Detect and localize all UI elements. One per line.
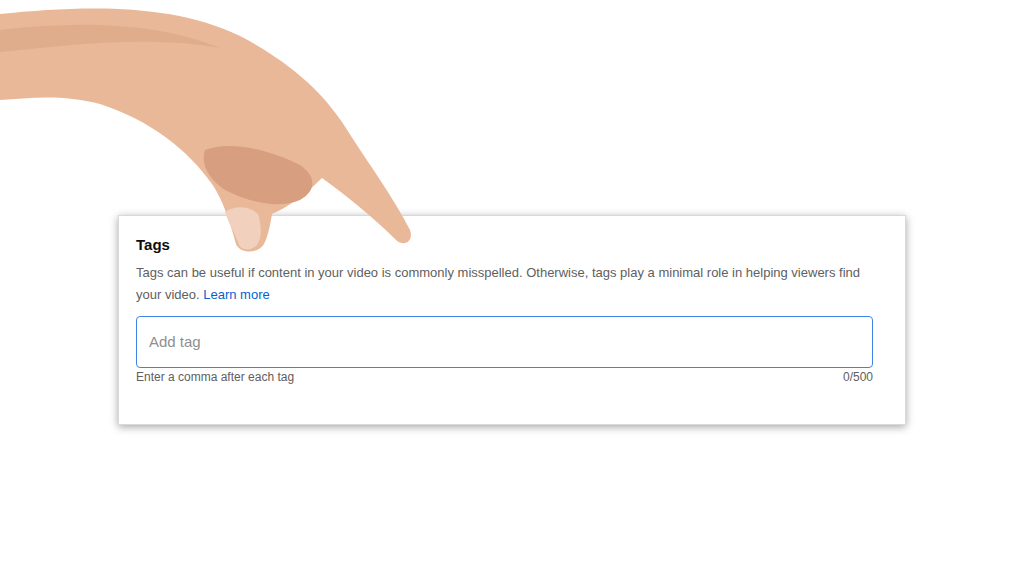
- tags-hint: Enter a comma after each tag: [136, 370, 294, 384]
- learn-more-link[interactable]: Learn more: [203, 287, 269, 302]
- tags-title: Tags: [136, 236, 873, 254]
- tag-input[interactable]: [136, 316, 873, 368]
- tags-footer: Enter a comma after each tag 0/500: [136, 370, 873, 384]
- page: Tags Tags can be useful if content in you…: [0, 0, 1024, 576]
- character-count: 0/500: [843, 370, 873, 384]
- tags-card: Tags Tags can be useful if content in you…: [118, 215, 906, 425]
- pointing-hand-icon: [0, 0, 430, 256]
- tags-description: Tags can be useful if content in your vi…: [136, 262, 873, 306]
